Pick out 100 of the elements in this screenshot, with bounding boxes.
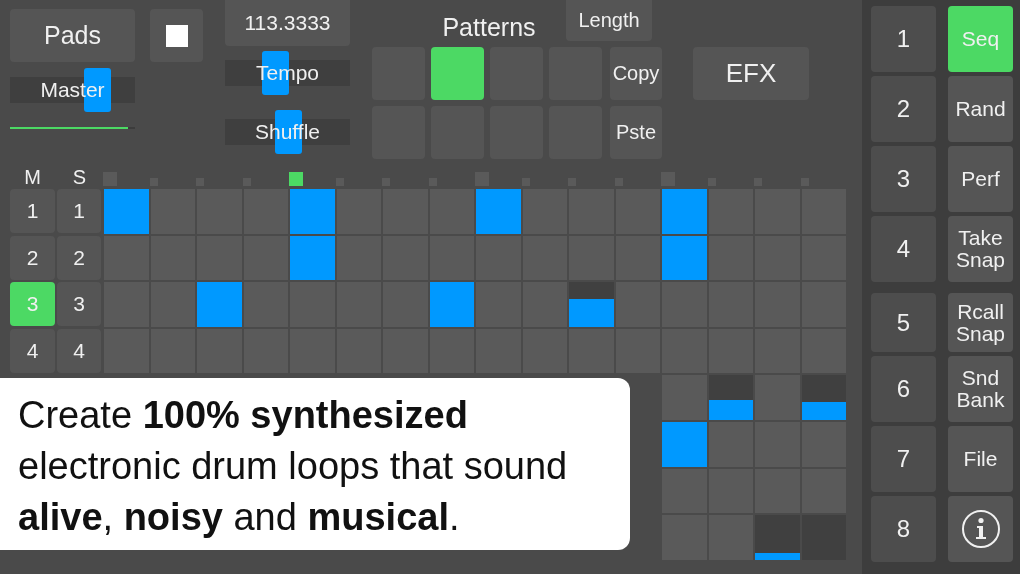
step-cell[interactable]: [707, 234, 754, 282]
step-cell[interactable]: [428, 234, 475, 282]
solo-button[interactable]: 2: [57, 235, 101, 280]
mode-button[interactable]: Rand: [948, 76, 1013, 142]
step-cell[interactable]: [661, 188, 708, 235]
step-cell[interactable]: [149, 234, 196, 282]
step-cell[interactable]: [800, 374, 847, 421]
paste-button[interactable]: Pste: [610, 106, 662, 159]
step-cell[interactable]: [661, 234, 708, 282]
step-cell[interactable]: [521, 327, 568, 375]
step-cell[interactable]: [614, 188, 661, 235]
track-button[interactable]: 1: [871, 6, 936, 72]
track-button[interactable]: 4: [871, 216, 936, 282]
solo-button[interactable]: 1: [57, 189, 101, 233]
mode-button[interactable]: Rcall Snap: [948, 293, 1013, 352]
step-cell[interactable]: [661, 327, 708, 375]
mode-button[interactable]: Snd Bank: [948, 356, 1013, 422]
copy-button[interactable]: Copy: [610, 47, 662, 100]
step-cell[interactable]: [196, 281, 243, 328]
step-cell[interactable]: [289, 188, 336, 235]
step-cell[interactable]: [428, 327, 475, 375]
step-cell[interactable]: [568, 281, 615, 328]
tempo-display[interactable]: 113.3333: [225, 0, 350, 46]
track-button[interactable]: 6: [871, 356, 936, 422]
step-cell[interactable]: [242, 327, 289, 375]
stop-button[interactable]: [150, 9, 203, 62]
solo-header: S: [71, 166, 88, 188]
track-button[interactable]: 8: [871, 496, 936, 562]
step-cell[interactable]: [521, 281, 568, 328]
efx-button[interactable]: EFX: [693, 47, 809, 100]
stop-icon: [165, 24, 188, 47]
step-cell[interactable]: [103, 234, 150, 282]
step-cell[interactable]: [800, 514, 847, 561]
info-button[interactable]: [948, 496, 1013, 562]
step-cell[interactable]: [428, 281, 475, 328]
step-cell[interactable]: [754, 327, 801, 375]
step-cell[interactable]: [335, 234, 382, 282]
caption-text: Create 100% synthesized electronic drum loops that sound alive, noisy and musical.: [18, 393, 569, 540]
step-cell[interactable]: [521, 188, 568, 235]
step-cell[interactable]: [568, 327, 615, 375]
solo-button[interactable]: 3: [57, 282, 101, 327]
step-cell[interactable]: [289, 234, 336, 282]
step-cell[interactable]: [242, 234, 289, 282]
step-cell[interactable]: [568, 234, 615, 282]
step-cell[interactable]: [382, 234, 429, 282]
step-cell[interactable]: [475, 327, 522, 375]
length-button[interactable]: Length: [566, 0, 652, 41]
step-cell[interactable]: [614, 327, 661, 375]
step-cell[interactable]: [754, 467, 801, 515]
mode-button[interactable]: Perf: [948, 146, 1013, 212]
step-cell[interactable]: [707, 327, 754, 375]
step-cell[interactable]: [382, 281, 429, 328]
step-cell[interactable]: [149, 188, 196, 235]
step-cell[interactable]: [521, 234, 568, 282]
step-cell[interactable]: [103, 188, 150, 235]
step-cell[interactable]: [614, 281, 661, 328]
step-cell[interactable]: [707, 374, 754, 421]
step-cell[interactable]: [707, 188, 754, 235]
step-cell[interactable]: [196, 327, 243, 375]
step-cell[interactable]: [428, 188, 475, 235]
step-cell[interactable]: [754, 374, 801, 421]
track-button[interactable]: 5: [871, 293, 936, 352]
mute-button[interactable]: 1: [10, 189, 55, 233]
step-cell[interactable]: [800, 420, 847, 468]
step-cell[interactable]: [475, 234, 522, 282]
step-cell[interactable]: [754, 420, 801, 468]
track-button[interactable]: 7: [871, 426, 936, 492]
pattern-pad[interactable]: [431, 47, 484, 100]
step-cell[interactable]: [800, 467, 847, 515]
step-cell[interactable]: [707, 281, 754, 328]
track-button[interactable]: 3: [871, 146, 936, 212]
step-cell[interactable]: [242, 188, 289, 235]
step-cell[interactable]: [475, 281, 522, 328]
step-cell[interactable]: [289, 281, 336, 328]
step-cell[interactable]: [614, 234, 661, 282]
solo-button[interactable]: 4: [57, 328, 101, 373]
step-cell[interactable]: [800, 327, 847, 375]
step-cell[interactable]: [335, 188, 382, 235]
mode-button[interactable]: Take Snap: [948, 216, 1013, 282]
step-cell[interactable]: [707, 467, 754, 515]
mute-button[interactable]: 2: [10, 235, 55, 280]
step-cell[interactable]: [475, 188, 522, 235]
pads-button[interactable]: Pads: [10, 9, 135, 62]
step-cell[interactable]: [707, 420, 754, 468]
mute-header: M: [23, 166, 42, 188]
step-cell[interactable]: [754, 514, 801, 561]
step-cell[interactable]: [196, 234, 243, 282]
step-cell[interactable]: [149, 327, 196, 375]
mode-button[interactable]: File: [948, 426, 1013, 492]
step-cell[interactable]: [661, 467, 708, 515]
step-cell[interactable]: [335, 281, 382, 328]
track-button[interactable]: 2: [871, 76, 936, 142]
step-cell[interactable]: [661, 281, 708, 328]
step-cell[interactable]: [149, 281, 196, 328]
step-cell[interactable]: [707, 514, 754, 561]
step-cell[interactable]: [382, 327, 429, 375]
step-cell[interactable]: [661, 420, 708, 468]
step-cell[interactable]: [242, 281, 289, 328]
mute-button[interactable]: 4: [10, 328, 55, 373]
step-cell[interactable]: [661, 374, 708, 421]
